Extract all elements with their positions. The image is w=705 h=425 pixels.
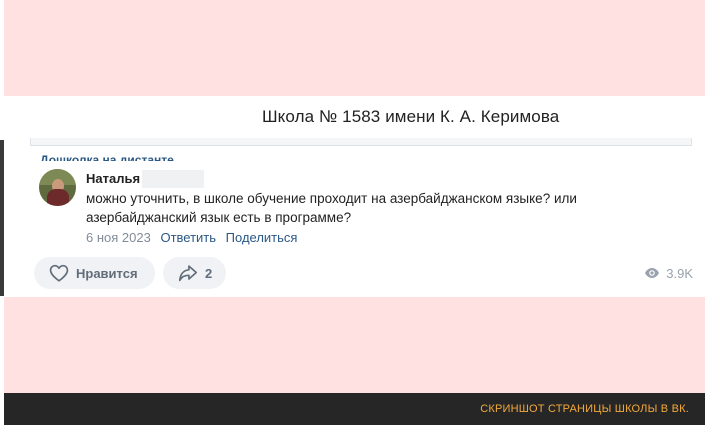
share-arrow-icon [178,265,198,282]
comment-meta: 6 ноя 2023 Ответить Поделиться [86,230,297,245]
pink-background-top [4,0,705,96]
comment-author[interactable]: Наталья [86,171,140,186]
views-count: 3.9K [666,265,693,281]
eye-icon [645,268,660,278]
share-link[interactable]: Поделиться [226,230,298,245]
author-surname-redacted [142,170,204,188]
pink-background-bottom [4,297,705,393]
community-title[interactable]: Школа № 1583 имени К. А. Керимова [262,107,559,127]
screenshot-caption: СКРИНШОТ СТРАНИЦЫ ШКОЛЫ В ВК. [480,403,689,415]
like-label: Нравится [76,265,138,281]
heart-icon [49,264,69,282]
share-button[interactable]: 2 [163,257,226,289]
like-button[interactable]: Нравится [34,257,155,289]
avatar-body [47,189,69,206]
previous-post-link-text[interactable]: Дошколка на дистанте [40,153,174,161]
comment-text: можно уточнить, в школе обучение проходи… [86,191,577,225]
vk-post-card: Школа № 1583 имени К. А. Керимова Дошкол… [4,96,705,297]
avatar[interactable] [39,169,76,206]
community-header: Школа № 1583 имени К. А. Керимова [4,96,705,138]
reply-link[interactable]: Ответить [160,230,216,245]
caption-bar: СКРИНШОТ СТРАНИЦЫ ШКОЛЫ В ВК. [4,393,705,425]
previous-post-block [30,138,692,146]
comment-date[interactable]: 6 ноя 2023 [86,230,151,245]
previous-post-link[interactable]: Дошколка на дистанте [40,152,174,161]
share-count: 2 [205,265,213,281]
views-counter: 3.9K [644,265,693,281]
